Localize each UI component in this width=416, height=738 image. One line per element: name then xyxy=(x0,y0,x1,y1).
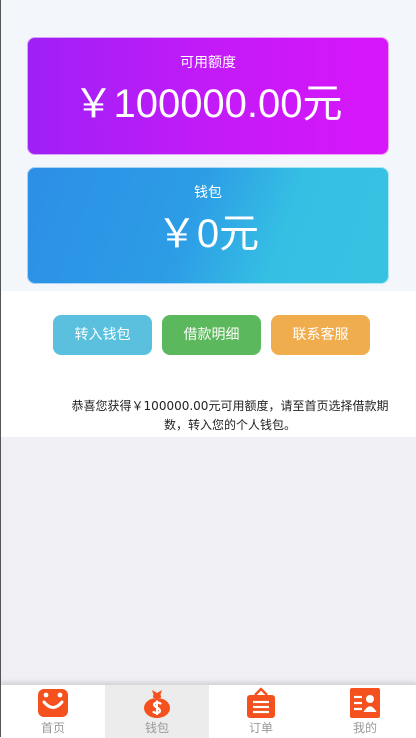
contact-support-button[interactable]: 联系客服 xyxy=(271,315,370,355)
tab-wallet[interactable]: 钱包 xyxy=(105,685,209,738)
loan-details-button[interactable]: 借款明细 xyxy=(162,315,261,355)
orders-icon xyxy=(247,687,275,718)
tab-orders[interactable]: 订单 xyxy=(209,685,313,738)
credit-limit-card: 可用额度 ￥100000.00元 xyxy=(27,37,389,155)
window-edge xyxy=(0,0,1,737)
credit-limit-amount: ￥100000.00元 xyxy=(73,82,343,126)
credit-notice: 恭喜您获得￥100000.00元可用额度，请至首页选择借款期数，转入您的个人钱包… xyxy=(71,399,389,432)
wallet-icon xyxy=(144,690,170,718)
tab-profile-label: 我的 xyxy=(352,721,377,735)
credit-limit-label: 可用额度 xyxy=(180,55,236,71)
tab-wallet-label: 钱包 xyxy=(144,721,169,735)
wallet-label: 钱包 xyxy=(194,185,222,201)
wallet-card: 钱包 ￥0元 xyxy=(27,167,389,284)
bottom-tab-bar: 首页 钱包 订单 我的 xyxy=(0,684,416,738)
home-icon xyxy=(38,689,68,717)
action-section: 转入钱包 借款明细 联系客服 恭喜您获得￥100000.00元可用额度，请至首页… xyxy=(0,291,416,437)
wallet-amount: ￥0元 xyxy=(156,212,260,256)
tab-orders-label: 订单 xyxy=(248,721,273,735)
profile-icon xyxy=(350,688,380,718)
tab-home[interactable]: 首页 xyxy=(1,685,105,738)
transfer-to-wallet-button[interactable]: 转入钱包 xyxy=(53,315,152,355)
tab-home-label: 首页 xyxy=(40,721,65,735)
balance-section: 可用额度 ￥100000.00元 钱包 ￥0元 xyxy=(0,0,416,291)
tab-profile[interactable]: 我的 xyxy=(313,685,416,738)
